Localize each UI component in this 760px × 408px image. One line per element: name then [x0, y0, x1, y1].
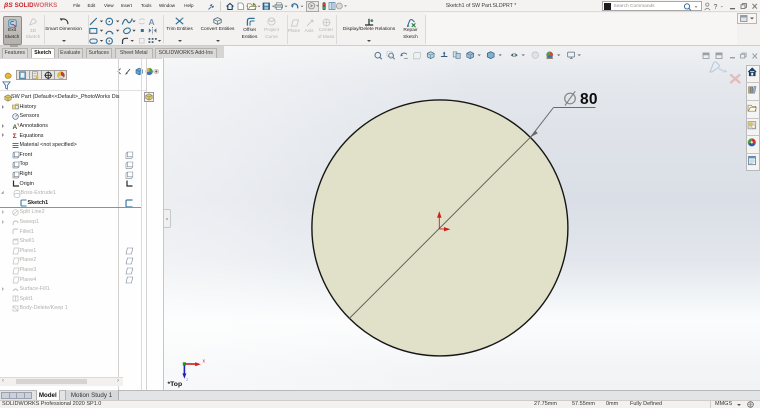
svg-text:x: x: [203, 359, 206, 365]
svg-text:A: A: [12, 124, 17, 130]
svg-text:80: 80: [580, 91, 598, 108]
svg-text:A: A: [149, 17, 155, 27]
svg-text:Σ: Σ: [12, 133, 16, 139]
svg-text:z: z: [186, 377, 189, 382]
svg-text:?: ?: [714, 4, 718, 11]
